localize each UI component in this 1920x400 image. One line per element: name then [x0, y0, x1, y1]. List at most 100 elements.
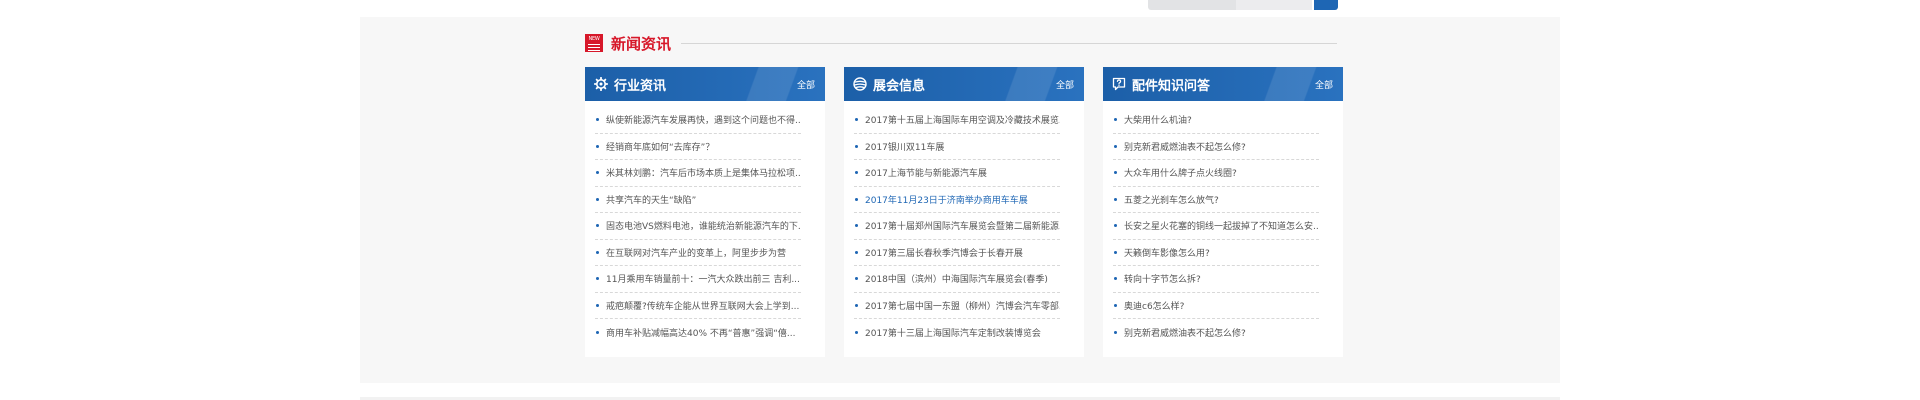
bullet-icon — [1114, 330, 1117, 334]
bullet-icon — [855, 144, 858, 148]
list-item-link[interactable]: 别克新君威燃油表不起怎么修? — [1124, 140, 1246, 153]
card-title: 展会信息 — [873, 78, 926, 94]
list-item[interactable]: 商用车补贴减幅高达40% 不再“普惠”强调“僖... — [595, 319, 801, 346]
list-item[interactable]: 11月乘用车销量前十：一汽大众跌出前三 吉利... — [595, 266, 801, 293]
news-list: 2017第十五届上海国际车用空调及冷藏技术展览... 2017银川双11车展 201… — [844, 101, 1084, 346]
bullet-icon — [1114, 144, 1117, 148]
list-item-link[interactable]: 11月乘用车销量前十：一汽大众跌出前三 吉利... — [606, 272, 800, 285]
search-input-fragment[interactable] — [1148, 0, 1236, 10]
list-item-link[interactable]: 2017银川双11车展 — [865, 140, 944, 153]
list-item[interactable]: 经销商年底如何“去库存”？ — [595, 134, 801, 160]
list-item-link[interactable]: 固态电池VS燃料电池，谁能统治新能源汽车的下... — [606, 219, 801, 232]
list-item[interactable]: 在互联网对汽车产业的变革上，阿里步步为营 — [595, 240, 801, 266]
more-link[interactable]: 全部 — [1315, 78, 1333, 91]
list-item[interactable]: 2017第七届中国一东盟（柳州）汽博会汽车零部... — [854, 293, 1060, 319]
list-item[interactable]: 大柴用什么机油? — [1113, 107, 1319, 134]
list-item-link[interactable]: 2017第十五届上海国际车用空调及冷藏技术展览... — [865, 113, 1060, 126]
list-item-link[interactable]: 2017第三届长春秋季汽博会于长春开展 — [865, 246, 1023, 259]
list-item-link[interactable]: 长安之星火花塞的铜线一起拔掉了不知道怎么安... — [1124, 219, 1319, 232]
bullet-icon — [596, 118, 599, 122]
list-item-link[interactable]: 纵使新能源汽车发展再快，遇到这个问题也不得... — [606, 113, 801, 126]
list-item[interactable]: 共享汽车的天生“缺陷” — [595, 187, 801, 213]
list-item[interactable]: 天籁倒车影像怎么用? — [1113, 240, 1319, 266]
bullet-icon — [855, 277, 858, 281]
list-item[interactable]: 2017第三届长春秋季汽博会于长春开展 — [854, 240, 1060, 266]
news-section-header: NEW 新闻资讯 — [585, 30, 1337, 56]
bullet-icon — [855, 250, 858, 254]
list-item[interactable]: 2017年11月23日于济南举办商用车车展 — [854, 187, 1060, 213]
list-item[interactable]: 2018中国（滨州）中海国际汽车展览会(春季) — [854, 266, 1060, 293]
list-item[interactable]: 2017第十三届上海国际汽车定制改装博览会 — [854, 319, 1060, 346]
bullet-icon — [596, 144, 599, 148]
list-item[interactable]: 别克新君威燃油表不起怎么修? — [1113, 134, 1319, 160]
list-item-link[interactable]: 米其林刘鹏：汽车后市场本质上是集体马拉松项... — [606, 166, 801, 179]
search-button-fragment[interactable] — [1314, 0, 1338, 10]
globe-icon — [853, 77, 867, 91]
search-select-fragment[interactable] — [1236, 0, 1312, 10]
list-item[interactable]: 2017第十届郑州国际汽车展览会暨第二届新能源... — [854, 213, 1060, 240]
card-header: 展会信息 全部 — [844, 67, 1084, 101]
list-item[interactable]: 戒疤颠覆?传统车企能从世界互联网大会上学到... — [595, 293, 801, 319]
list-item[interactable]: 大众车用什么牌子点火线圈? — [1113, 160, 1319, 187]
bullet-icon — [855, 224, 858, 228]
bullet-icon — [596, 303, 599, 307]
list-item-link[interactable]: 在互联网对汽车产业的变革上，阿里步步为营 — [606, 246, 786, 259]
list-item-link[interactable]: 大柴用什么机油? — [1124, 113, 1192, 126]
card-exhibition-info: 展会信息 全部 2017第十五届上海国际车用空调及冷藏技术展览... 2017银川… — [844, 67, 1084, 357]
bullet-icon — [1114, 197, 1117, 201]
bullet-icon — [1114, 250, 1117, 254]
list-item-link[interactable]: 戒疤颠覆?传统车企能从世界互联网大会上学到... — [606, 299, 799, 312]
list-item-link[interactable]: 2017第十三届上海国际汽车定制改装博览会 — [865, 326, 1041, 339]
list-item[interactable]: 转向十字节怎么拆? — [1113, 266, 1319, 293]
bullet-icon — [596, 330, 599, 334]
more-link[interactable]: 全部 — [797, 78, 815, 91]
list-item-link[interactable]: 商用车补贴减幅高达40% 不再“普惠”强调“僖... — [606, 326, 795, 339]
more-link[interactable]: 全部 — [1056, 78, 1074, 91]
question-icon — [1112, 77, 1126, 91]
card-title: 行业资讯 — [614, 78, 667, 94]
list-item-link[interactable]: 共享汽车的天生“缺陷” — [606, 193, 696, 206]
list-item[interactable]: 2017第十五届上海国际车用空调及冷藏技术展览... — [854, 107, 1060, 134]
card-parts-qa: 配件知识问答 全部 大柴用什么机油? 别克新君威燃油表不起怎么修? 大众车用什么牌子… — [1103, 67, 1343, 357]
bullet-icon — [596, 224, 599, 228]
bullet-icon — [855, 303, 858, 307]
page: NEW 新闻资讯 行业资讯 全部 纵使新能源汽车发展再快，遇到这个问题也不得..… — [0, 0, 1920, 400]
card-header: 配件知识问答 全部 — [1103, 67, 1343, 101]
bullet-icon — [596, 171, 599, 175]
list-item-link[interactable]: 2018中国（滨州）中海国际汽车展览会(春季) — [865, 272, 1048, 285]
bullet-icon — [1114, 277, 1117, 281]
list-item-link[interactable]: 大众车用什么牌子点火线圈? — [1124, 166, 1237, 179]
list-item-link[interactable]: 2017第十届郑州国际汽车展览会暨第二届新能源... — [865, 219, 1060, 232]
bullet-icon — [855, 118, 858, 122]
list-item[interactable]: 奥迪c6怎么样? — [1113, 293, 1319, 319]
card-header: 行业资讯 全部 — [585, 67, 825, 101]
news-list: 纵使新能源汽车发展再快，遇到这个问题也不得... 经销商年底如何“去库存”？ 米其林… — [585, 101, 825, 346]
list-item[interactable]: 米其林刘鹏：汽车后市场本质上是集体马拉松项... — [595, 160, 801, 187]
list-item-link[interactable]: 2017年11月23日于济南举办商用车车展 — [865, 193, 1028, 206]
list-item-link[interactable]: 经销商年底如何“去库存”？ — [606, 140, 714, 153]
list-item[interactable]: 固态电池VS燃料电池，谁能统治新能源汽车的下... — [595, 213, 801, 240]
list-item-link[interactable]: 2017上海节能与新能源汽车展 — [865, 166, 987, 179]
list-item[interactable]: 五菱之光刹车怎么放气? — [1113, 187, 1319, 213]
bullet-icon — [855, 171, 858, 175]
bullet-icon — [855, 197, 858, 201]
bullet-icon — [1114, 224, 1117, 228]
list-item-link[interactable]: 奥迪c6怎么样? — [1124, 299, 1184, 312]
list-item-link[interactable]: 天籁倒车影像怎么用? — [1124, 246, 1210, 259]
card-industry-news: 行业资讯 全部 纵使新能源汽车发展再快，遇到这个问题也不得... 经销商年底如何“… — [585, 67, 825, 357]
card-title: 配件知识问答 — [1132, 78, 1211, 94]
bullet-icon — [1114, 303, 1117, 307]
bullet-icon — [596, 250, 599, 254]
list-item-link[interactable]: 五菱之光刹车怎么放气? — [1124, 193, 1219, 206]
list-item-link[interactable]: 转向十字节怎么拆? — [1124, 272, 1201, 285]
list-item[interactable]: 别克新君威燃油表不起怎么修? — [1113, 319, 1319, 346]
list-item[interactable]: 纵使新能源汽车发展再快，遇到这个问题也不得... — [595, 107, 801, 134]
section-title: 新闻资讯 — [611, 34, 672, 53]
list-item[interactable]: 2017上海节能与新能源汽车展 — [854, 160, 1060, 187]
bullet-icon — [1114, 171, 1117, 175]
list-item-link[interactable]: 2017第七届中国一东盟（柳州）汽博会汽车零部... — [865, 299, 1060, 312]
list-item[interactable]: 长安之星火花塞的铜线一起拔掉了不知道怎么安... — [1113, 213, 1319, 240]
list-item-link[interactable]: 别克新君威燃油表不起怎么修? — [1124, 326, 1246, 339]
list-item[interactable]: 2017银川双11车展 — [854, 134, 1060, 160]
bullet-icon — [1114, 118, 1117, 122]
